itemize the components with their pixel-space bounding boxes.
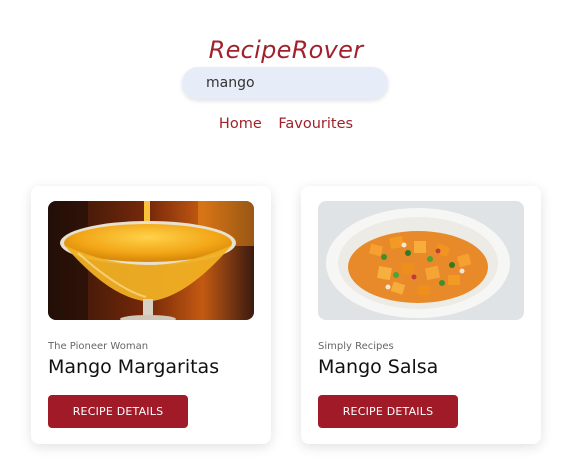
recipe-details-button[interactable]: RECIPE DETAILS: [48, 395, 188, 428]
main-nav: Home Favourites: [0, 116, 572, 132]
recipe-card: Simply Recipes Mango Salsa RECIPE DETAIL…: [301, 186, 541, 444]
recipe-title: Mango Margaritas: [48, 356, 220, 378]
recipe-source: Simply Recipes: [318, 341, 394, 352]
search-input[interactable]: [182, 67, 388, 99]
recipe-image-mango-salsa: [318, 201, 524, 320]
recipe-source: The Pioneer Woman: [48, 341, 149, 352]
nav-home-link[interactable]: Home: [219, 116, 262, 132]
recipe-image-mango-margaritas: [48, 201, 254, 320]
nav-favourites-link[interactable]: Favourites: [278, 116, 353, 132]
recipe-title: Mango Salsa: [318, 356, 439, 378]
recipe-details-button[interactable]: RECIPE DETAILS: [318, 395, 458, 428]
recipe-card: The Pioneer Woman Mango Margaritas RECIP…: [31, 186, 271, 444]
app-title: RecipeRover: [208, 36, 364, 65]
search-bar: [182, 67, 388, 99]
